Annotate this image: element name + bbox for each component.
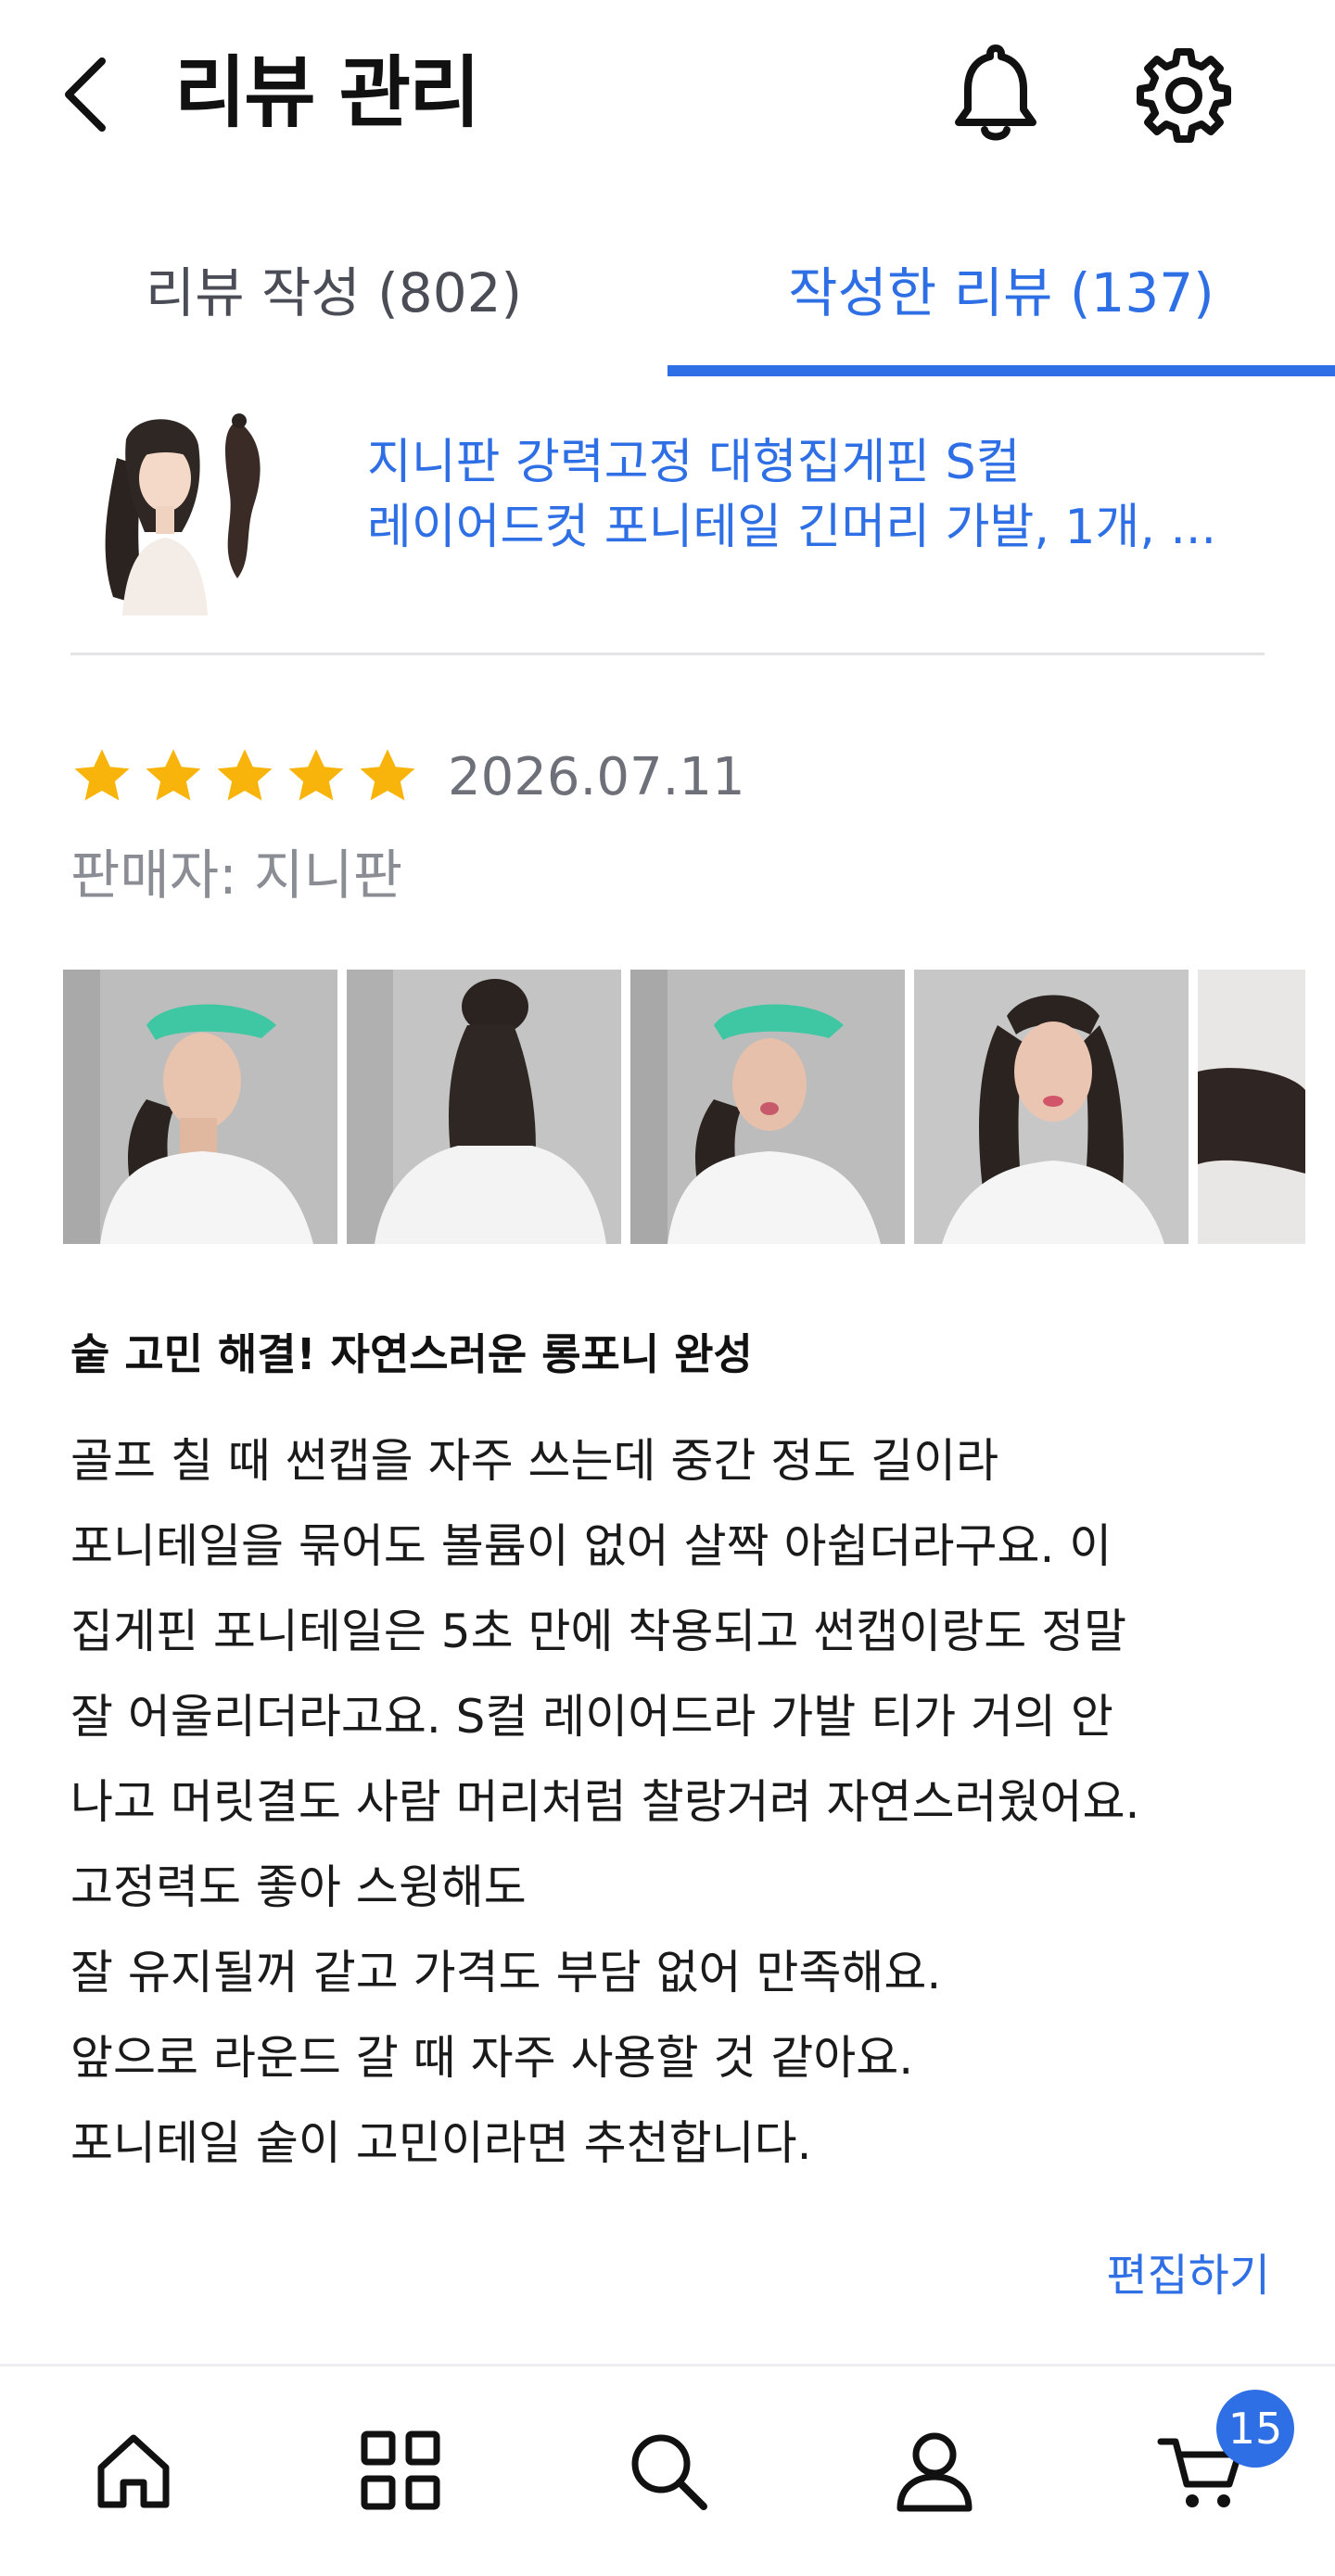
page-title: 리뷰 관리 (174, 47, 480, 138)
grid-icon (361, 2430, 440, 2510)
review-title: 숱 고민 해결! 자연스러운 롱포니 완성 (70, 1329, 753, 1379)
home-icon (97, 2434, 170, 2508)
review-body-line: 집게핀 포니테일은 5초 만에 착용되고 썬캡이랑도 정말 (70, 1605, 1127, 1658)
rating-row: 2026.07.11 (70, 732, 745, 821)
star-icon (74, 749, 130, 801)
review-body-line: 나고 머릿결도 사람 머리처럼 찰랑거려 자연스러웠어요. (70, 1775, 1140, 1829)
user-icon (896, 2432, 973, 2512)
seller-label: 판매자: 지니판 (70, 844, 403, 907)
active-tab-indicator (668, 365, 1335, 376)
product-thumbnail[interactable] (89, 393, 293, 615)
app-header: 리뷰 관리 (0, 0, 1335, 195)
section-divider (70, 653, 1265, 655)
cart-count-badge: 15 (1216, 2390, 1294, 2468)
star-icon (288, 749, 344, 801)
review-photo[interactable] (630, 970, 905, 1244)
edit-review-button[interactable]: 편집하기 (1075, 2234, 1270, 2317)
star-icon (146, 749, 201, 801)
bell-icon (955, 44, 1036, 141)
review-photos (63, 970, 1305, 1244)
star-icon (360, 749, 415, 801)
review-body: 골프 칠 때 썬캡을 자주 쓰는데 중간 정도 길이라 포니테일을 묶어도 볼륨… (70, 1418, 1276, 2186)
review-body-line: 잘 어울리더라고요. S컬 레이어드라 가발 티가 거의 안 (70, 1690, 1113, 1744)
review-body-line: 잘 유지될꺼 같고 가격도 부담 없어 만족해요. (70, 1946, 942, 1999)
back-button[interactable] (59, 52, 134, 137)
review-body-line: 고정력도 좋아 스윙해도 (70, 1860, 527, 1914)
search-icon (631, 2434, 707, 2510)
nav-my-page[interactable] (879, 2415, 990, 2526)
review-photo[interactable] (1198, 970, 1305, 1244)
review-body-line: 앞으로 라운드 갈 때 자주 사용할 것 같아요. (70, 2031, 914, 2085)
review-photo[interactable] (347, 970, 621, 1244)
chevron-left-icon (65, 57, 106, 132)
star-icon (217, 749, 273, 801)
tab-write-review[interactable]: 리뷰 작성 (802) (0, 247, 668, 339)
review-photo[interactable] (914, 970, 1189, 1244)
review-date: 2026.07.11 (448, 746, 745, 807)
tab-written-reviews[interactable]: 작성한 리뷰 (137) (668, 247, 1335, 339)
nav-search[interactable] (612, 2415, 723, 2526)
settings-button[interactable] (1133, 44, 1235, 146)
gear-icon (1137, 48, 1231, 143)
bottom-navigation (0, 2364, 1335, 2576)
review-body-line: 포니테일을 묶어도 볼륨이 없어 살짝 아쉽더라구요. 이 (70, 1519, 1112, 1573)
product-name-line-1: 지니판 강력고정 대형집게핀 S컬 (367, 435, 1021, 490)
product-name-line-2: 레이어드컷 포니테일 긴머리 가발, 1개, ... (367, 500, 1216, 555)
product-name[interactable]: 지니판 강력고정 대형집게핀 S컬 레이어드컷 포니테일 긴머리 가발, 1개,… (367, 430, 1257, 560)
review-body-line: 포니테일 숱이 고민이라면 추천합니다. (70, 2116, 812, 2170)
review-tabs: 리뷰 작성 (802) 작성한 리뷰 (137) (0, 215, 1335, 378)
review-body-line: 골프 칠 때 썬캡을 자주 쓰는데 중간 정도 길이라 (70, 1434, 999, 1488)
nav-home[interactable] (78, 2415, 189, 2526)
product-row[interactable]: 지니판 강력고정 대형집게핀 S컬 레이어드컷 포니테일 긴머리 가발, 1개,… (0, 382, 1335, 651)
review-photo[interactable] (63, 970, 337, 1244)
nav-categories[interactable] (345, 2415, 456, 2526)
notifications-button[interactable] (951, 41, 1040, 148)
